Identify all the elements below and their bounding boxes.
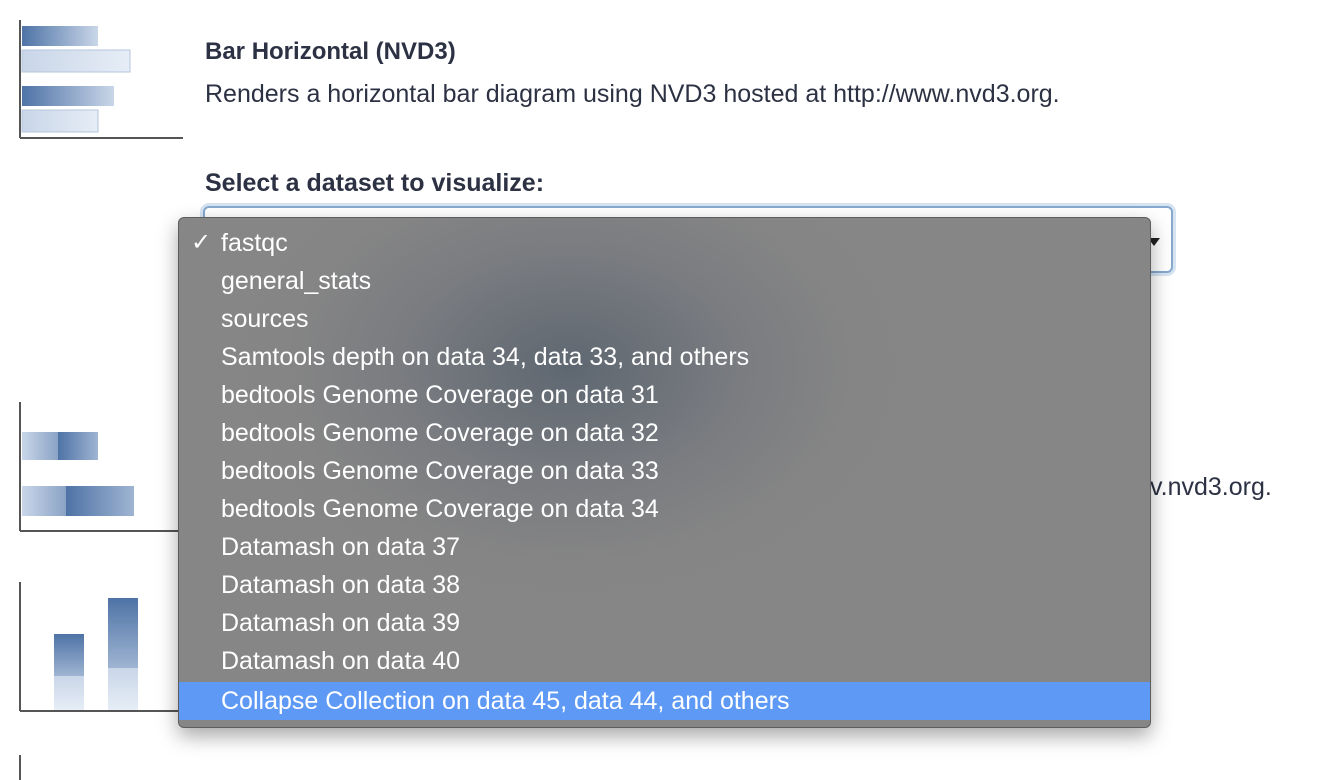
- option-label: Datamash on data 40: [221, 647, 461, 675]
- dropdown-option[interactable]: Datamash on data 37: [179, 528, 1150, 566]
- plugin-description: Renders a horizontal bar diagram using N…: [205, 80, 1060, 108]
- option-label: bedtools Genome Coverage on data 34: [221, 495, 659, 523]
- dropdown-option[interactable]: sources: [179, 300, 1150, 338]
- dropdown-option[interactable]: bedtools Genome Coverage on data 34: [179, 490, 1150, 528]
- option-label: Samtools depth on data 34, data 33, and …: [221, 343, 750, 371]
- checkmark-icon: ✓: [191, 229, 212, 256]
- dropdown-option[interactable]: Datamash on data 38: [179, 566, 1150, 604]
- option-label: sources: [221, 305, 309, 333]
- bar-horizontal-thumbnail[interactable]: [18, 20, 183, 142]
- next-thumbnail-axis: [19, 755, 21, 780]
- bar-vertical-stacked-thumbnail[interactable]: [18, 582, 183, 714]
- bar-horizontal-stacked-thumbnail[interactable]: [18, 402, 183, 534]
- option-label: Datamash on data 37: [221, 533, 461, 561]
- dropdown-option[interactable]: ✓ fastqc: [179, 224, 1150, 262]
- dropdown-option[interactable]: Datamash on data 40: [179, 642, 1150, 680]
- option-label: Collapse Collection on data 45, data 44,…: [221, 687, 790, 715]
- dropdown-option[interactable]: bedtools Genome Coverage on data 33: [179, 452, 1150, 490]
- option-label: fastqc: [221, 229, 288, 257]
- dropdown-option[interactable]: general_stats: [179, 262, 1150, 300]
- option-label: Datamash on data 39: [221, 609, 461, 637]
- option-label: bedtools Genome Coverage on data 32: [221, 419, 659, 447]
- dropdown-option[interactable]: bedtools Genome Coverage on data 31: [179, 376, 1150, 414]
- option-label: bedtools Genome Coverage on data 31: [221, 381, 659, 409]
- option-label: general_stats: [221, 267, 372, 295]
- option-label: Datamash on data 38: [221, 571, 461, 599]
- dropdown-option[interactable]: Samtools depth on data 34, data 33, and …: [179, 338, 1150, 376]
- select-label: Select a dataset to visualize:: [205, 169, 545, 197]
- option-label: bedtools Genome Coverage on data 33: [221, 457, 659, 485]
- dropdown-option[interactable]: bedtools Genome Coverage on data 32: [179, 414, 1150, 452]
- plugin-description-2: v.nvd3.org.: [1150, 473, 1272, 501]
- plugin-title: Bar Horizontal (NVD3): [205, 38, 456, 65]
- dataset-dropdown-menu[interactable]: ✓ fastqc general_stats sources Samtools …: [178, 217, 1151, 728]
- dropdown-option-highlighted[interactable]: Collapse Collection on data 45, data 44,…: [179, 682, 1150, 720]
- dropdown-option[interactable]: Datamash on data 39: [179, 604, 1150, 642]
